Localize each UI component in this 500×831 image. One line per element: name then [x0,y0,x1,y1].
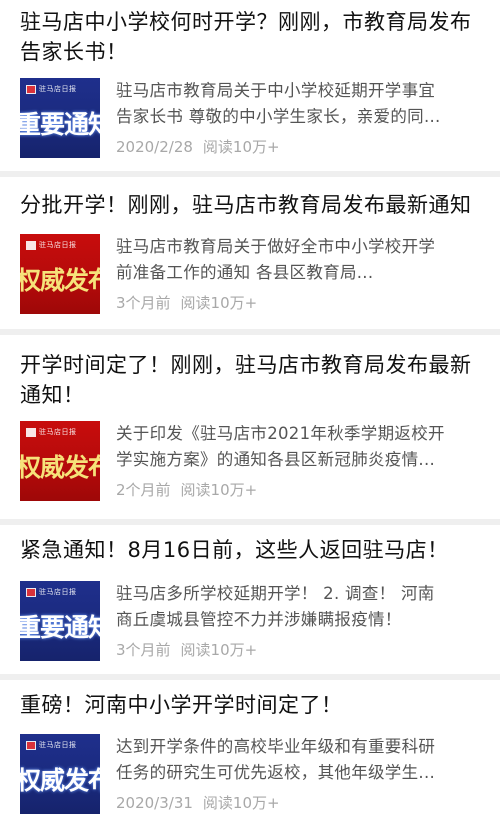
article-meta: 2020/3/31 阅读10万+ [116,792,280,813]
thumbnail-caption: 重要通知 [20,110,100,139]
article-title[interactable]: 驻马店中小学校何时开学？刚刚，市教育局发布告家长书！ [0,7,500,67]
article-thumbnail[interactable]: 驻马店日报 权威发布 [20,234,100,314]
snippet-line: 学实施方案》的通知各县区新冠肺炎疫情... [116,450,436,469]
article-title[interactable]: 重磅！河南中小学开学时间定了！ [0,690,361,720]
article-meta: 3个月前 阅读10万+ [116,292,257,313]
article-card[interactable]: 重磅！河南中小学开学时间定了！ 驻马店日报 权威发布 达到开学条件的高校毕业年级… [0,680,500,831]
read-count: 阅读10万+ [202,794,280,812]
newspaper-logo: 驻马店日报 [26,740,77,750]
snippet-line: 任务的研究生可优先返校，其他年级学生... [116,763,436,782]
article-snippet: 驻马店市教育局关于中小学校延期开学事宜 告家长书 尊敬的中小学生家长，亲爱的同.… [116,78,486,130]
publish-date: 3个月前 [116,294,171,312]
article-thumbnail[interactable]: 驻马店日报 重要通知 [20,78,100,158]
article-card[interactable]: 紧急通知！8月16日前，这些人返回驻马店！ 驻马店日报 重要通知 驻马店多所学校… [0,525,500,680]
publish-date: 2020/3/31 [116,794,193,812]
article-snippet: 达到开学条件的高校毕业年级和有重要科研 任务的研究生可优先返校，其他年级学生..… [116,734,486,786]
article-body: 驻马店日报 权威发布 达到开学条件的高校毕业年级和有重要科研 任务的研究生可优先… [20,734,486,820]
article-snippet: 驻马店市教育局关于做好全市中小学校开学 前准备工作的通知 各县区教育局... [116,234,486,286]
newspaper-logo: 驻马店日报 [26,240,77,250]
publish-date: 3个月前 [116,641,171,659]
read-count: 阅读10万+ [180,481,258,499]
article-feed: 驻马店中小学校何时开学？刚刚，市教育局发布告家长书！ 驻马店日报 重要通知 驻马… [0,0,500,831]
snippet-line: 前准备工作的通知 各县区教育局... [116,263,374,282]
read-count: 阅读10万+ [180,294,258,312]
thumbnail-caption: 重要通知 [20,613,100,642]
article-card[interactable]: 开学时间定了！刚刚，驻马店市教育局发布最新通知！ 驻马店日报 权威发布 关于印发… [0,335,500,525]
snippet-line: 驻马店多所学校延期开学！ 2. 调查！ 河南 [116,584,435,603]
publish-date: 2020/2/28 [116,138,193,156]
article-meta: 2个月前 阅读10万+ [116,479,257,500]
publish-date: 2个月前 [116,481,171,499]
article-title[interactable]: 开学时间定了！刚刚，驻马店市教育局发布最新通知！ [0,350,500,410]
newspaper-logo: 驻马店日报 [26,427,77,437]
article-card[interactable]: 驻马店中小学校何时开学？刚刚，市教育局发布告家长书！ 驻马店日报 重要通知 驻马… [0,0,500,177]
article-thumbnail[interactable]: 驻马店日报 权威发布 [20,734,100,814]
thumbnail-caption: 权威发布 [20,453,100,482]
newspaper-logo: 驻马店日报 [26,587,77,597]
snippet-line: 驻马店市教育局关于做好全市中小学校开学 [116,237,436,256]
article-title[interactable]: 分批开学！刚刚，驻马店市教育局发布最新通知 [0,190,490,220]
article-card[interactable]: 分批开学！刚刚，驻马店市教育局发布最新通知 驻马店日报 权威发布 驻马店市教育局… [0,177,500,335]
read-count: 阅读10万+ [202,138,280,156]
snippet-line: 达到开学条件的高校毕业年级和有重要科研 [116,737,436,756]
snippet-line: 告家长书 尊敬的中小学生家长，亲爱的同... [116,107,441,126]
article-body: 驻马店日报 权威发布 驻马店市教育局关于做好全市中小学校开学 前准备工作的通知 … [20,234,486,320]
article-snippet: 关于印发《驻马店市2021年秋季学期返校开 学实施方案》的通知各县区新冠肺炎疫情… [116,421,486,473]
article-meta: 3个月前 阅读10万+ [116,639,257,660]
snippet-line: 关于印发《驻马店市2021年秋季学期返校开 [116,424,445,443]
article-meta: 2020/2/28 阅读10万+ [116,136,280,157]
article-snippet: 驻马店多所学校延期开学！ 2. 调查！ 河南 商丘虞城县管控不力并涉嫌瞒报疫情！ [116,581,486,633]
article-body: 驻马店日报 重要通知 驻马店市教育局关于中小学校延期开学事宜 告家长书 尊敬的中… [20,78,486,164]
newspaper-logo: 驻马店日报 [26,84,77,94]
snippet-line: 商丘虞城县管控不力并涉嫌瞒报疫情！ [116,610,402,629]
article-thumbnail[interactable]: 驻马店日报 权威发布 [20,421,100,501]
article-title[interactable]: 紧急通知！8月16日前，这些人返回驻马店！ [0,535,467,565]
article-body: 驻马店日报 权威发布 关于印发《驻马店市2021年秋季学期返校开 学实施方案》的… [20,421,486,507]
thumbnail-caption: 权威发布 [20,266,100,295]
read-count: 阅读10万+ [180,641,258,659]
article-body: 驻马店日报 重要通知 驻马店多所学校延期开学！ 2. 调查！ 河南 商丘虞城县管… [20,581,486,667]
thumbnail-caption: 权威发布 [20,766,100,795]
snippet-line: 驻马店市教育局关于中小学校延期开学事宜 [116,81,436,100]
article-thumbnail[interactable]: 驻马店日报 重要通知 [20,581,100,661]
